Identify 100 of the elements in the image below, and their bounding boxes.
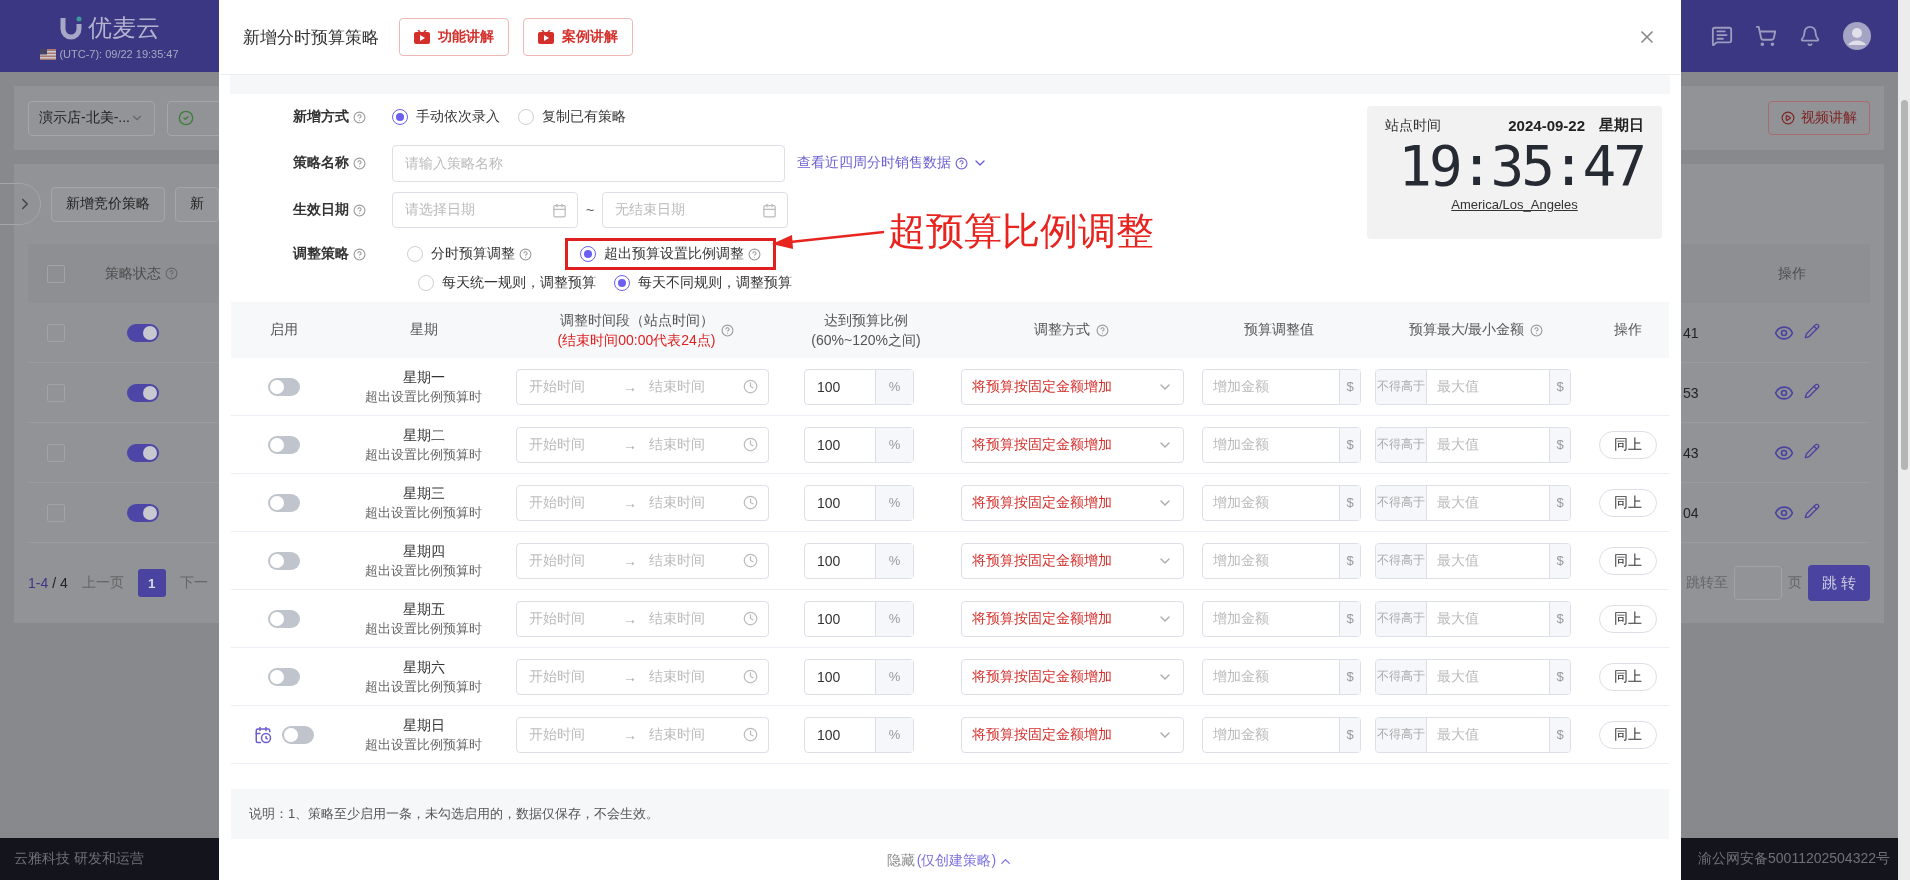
calendar-icon[interactable]: [253, 725, 272, 744]
ratio-input[interactable]: 100 %: [804, 658, 914, 695]
clock-date: 2024-09-22: [1508, 117, 1585, 134]
name-input[interactable]: 请输入策略名称: [392, 144, 785, 182]
weekday-condition: 超出设置比例预算时: [365, 735, 482, 754]
column-header: 策略状态: [105, 264, 161, 283]
status-toggle[interactable]: [127, 383, 159, 402]
table-cell: 53: [1683, 384, 1699, 401]
scrollbar[interactable]: [1898, 0, 1910, 880]
limit-input[interactable]: 不得高于 最大值 $: [1375, 600, 1571, 637]
mode-select[interactable]: 将预算按固定金额增加: [961, 426, 1184, 463]
enable-toggle[interactable]: [267, 609, 300, 628]
radio-option[interactable]: 分时预算调整: [407, 245, 515, 263]
limit-input[interactable]: 不得高于 最大值 $: [1375, 426, 1571, 463]
ratio-input[interactable]: 100 %: [804, 542, 914, 579]
copy-above-button[interactable]: 同上: [1598, 546, 1657, 575]
limit-input[interactable]: 不得高于 最大值 $: [1375, 716, 1571, 753]
copy-above-button[interactable]: 同上: [1598, 720, 1657, 749]
radio-option[interactable]: 复制已有策略: [518, 108, 626, 126]
ratio-input[interactable]: 100 %: [804, 484, 914, 521]
status-toggle[interactable]: [127, 323, 159, 342]
weekday-condition: 超出设置比例预算时: [365, 503, 482, 522]
enable-toggle[interactable]: [267, 377, 300, 396]
field-label: 生效日期: [293, 201, 349, 219]
footer-text: 云雅科技 研发和运营: [0, 838, 219, 880]
column-header: 调整时间段（站点时间）: [559, 311, 714, 330]
calendar-icon: [762, 202, 778, 218]
ratio-input[interactable]: 100 %: [804, 426, 914, 463]
shop-select[interactable]: 演示店-北美-...: [28, 100, 155, 136]
copy-above-button[interactable]: 同上: [1598, 662, 1657, 691]
ratio-input[interactable]: 100 %: [804, 716, 914, 753]
radio-option[interactable]: 每天统一规则，调整预算: [418, 274, 596, 292]
enable-toggle[interactable]: [267, 435, 300, 454]
amount-input[interactable]: 增加金额 $: [1202, 716, 1361, 753]
radio-option[interactable]: 手动依次录入: [392, 108, 500, 126]
help-icon: [748, 247, 761, 261]
help-icon: [353, 203, 366, 217]
note-text: 说明：1、策略至少启用一条，未勾选启用的，数据仅保存，不会生效。: [231, 789, 1669, 839]
table-cell: 41: [1683, 324, 1699, 341]
limit-input[interactable]: 不得高于 最大值 $: [1375, 658, 1571, 695]
mode-select[interactable]: 将预算按固定金额增加: [961, 658, 1184, 695]
mode-select[interactable]: 将预算按固定金额增加: [961, 542, 1184, 579]
jump-button[interactable]: 跳 转: [1807, 565, 1870, 601]
status-toggle[interactable]: [127, 503, 159, 522]
enable-toggle[interactable]: [267, 667, 300, 686]
table-cell: 04: [1683, 504, 1699, 521]
amount-input[interactable]: 增加金额 $: [1202, 484, 1361, 521]
video-button[interactable]: 视频讲解: [1768, 101, 1870, 135]
amount-input[interactable]: 增加金额 $: [1202, 658, 1361, 695]
enable-toggle[interactable]: [281, 725, 314, 744]
mode-select[interactable]: 将预算按固定金额增加: [961, 484, 1184, 521]
clock-time: 19:35:47: [1398, 135, 1644, 197]
column-note: (60%~120%之间): [811, 331, 921, 350]
toolbar-button[interactable]: 新增竞价策略: [51, 186, 165, 222]
message-icon[interactable]: [1711, 25, 1733, 47]
status-toggle[interactable]: [127, 443, 159, 462]
ratio-input[interactable]: 100 %: [804, 600, 914, 637]
video-guide-button[interactable]: 案例讲解: [523, 18, 633, 56]
avatar-icon[interactable]: [1843, 22, 1871, 50]
weekday: 星期五: [402, 599, 445, 619]
enable-toggle[interactable]: [267, 493, 300, 512]
page-button[interactable]: 1: [137, 569, 166, 597]
amount-input[interactable]: 增加金额 $: [1202, 600, 1361, 637]
video-icon: [414, 30, 430, 44]
toolbar-button[interactable]: 新: [175, 186, 219, 222]
mode-select[interactable]: 将预算按固定金额增加: [961, 716, 1184, 753]
mode-select[interactable]: 将预算按固定金额增加: [961, 368, 1184, 405]
pencil-icon[interactable]: [1804, 382, 1820, 399]
weekday-condition: 超出设置比例预算时: [365, 445, 482, 464]
mode-select[interactable]: 将预算按固定金额增加: [961, 600, 1184, 637]
sales-data-link[interactable]: 查看近四周分时销售数据: [797, 154, 988, 172]
radio-option[interactable]: 超出预算设置比例调整: [580, 245, 744, 263]
column-header: 调整方式: [1033, 321, 1090, 339]
video-guide-button[interactable]: 功能讲解: [399, 18, 509, 56]
copy-above-button[interactable]: 同上: [1598, 604, 1657, 633]
limit-input[interactable]: 不得高于 最大值 $: [1375, 484, 1571, 521]
weekday: 星期三: [402, 483, 445, 503]
help-icon: [519, 247, 532, 261]
clock-icon: [743, 379, 758, 394]
collapse-link[interactable]: (仅创建策略): [916, 852, 1014, 870]
cart-icon[interactable]: [1755, 25, 1777, 47]
column-header: 星期: [409, 321, 438, 339]
column-note: (结束时间00:00代表24点): [557, 331, 716, 350]
copy-above-button[interactable]: 同上: [1598, 488, 1657, 517]
column-header: 操作: [1613, 321, 1642, 339]
pencil-icon[interactable]: [1804, 442, 1820, 459]
bell-icon[interactable]: [1799, 25, 1821, 47]
amount-input[interactable]: 增加金额 $: [1202, 368, 1361, 405]
amount-input[interactable]: 增加金额 $: [1202, 542, 1361, 579]
clock-icon: [743, 669, 758, 684]
pencil-icon[interactable]: [1804, 502, 1820, 519]
copy-above-button[interactable]: 同上: [1598, 430, 1657, 459]
pencil-icon[interactable]: [1804, 322, 1820, 339]
timezone-link[interactable]: America/Los_Angeles: [1451, 197, 1578, 212]
limit-input[interactable]: 不得高于 最大值 $: [1375, 542, 1571, 579]
amount-input[interactable]: 增加金额 $: [1202, 426, 1361, 463]
enable-toggle[interactable]: [267, 551, 300, 570]
limit-input[interactable]: 不得高于 最大值 $: [1375, 368, 1571, 405]
radio-option[interactable]: 每天不同规则，调整预算: [614, 274, 792, 292]
ratio-input[interactable]: 100 %: [804, 368, 914, 405]
